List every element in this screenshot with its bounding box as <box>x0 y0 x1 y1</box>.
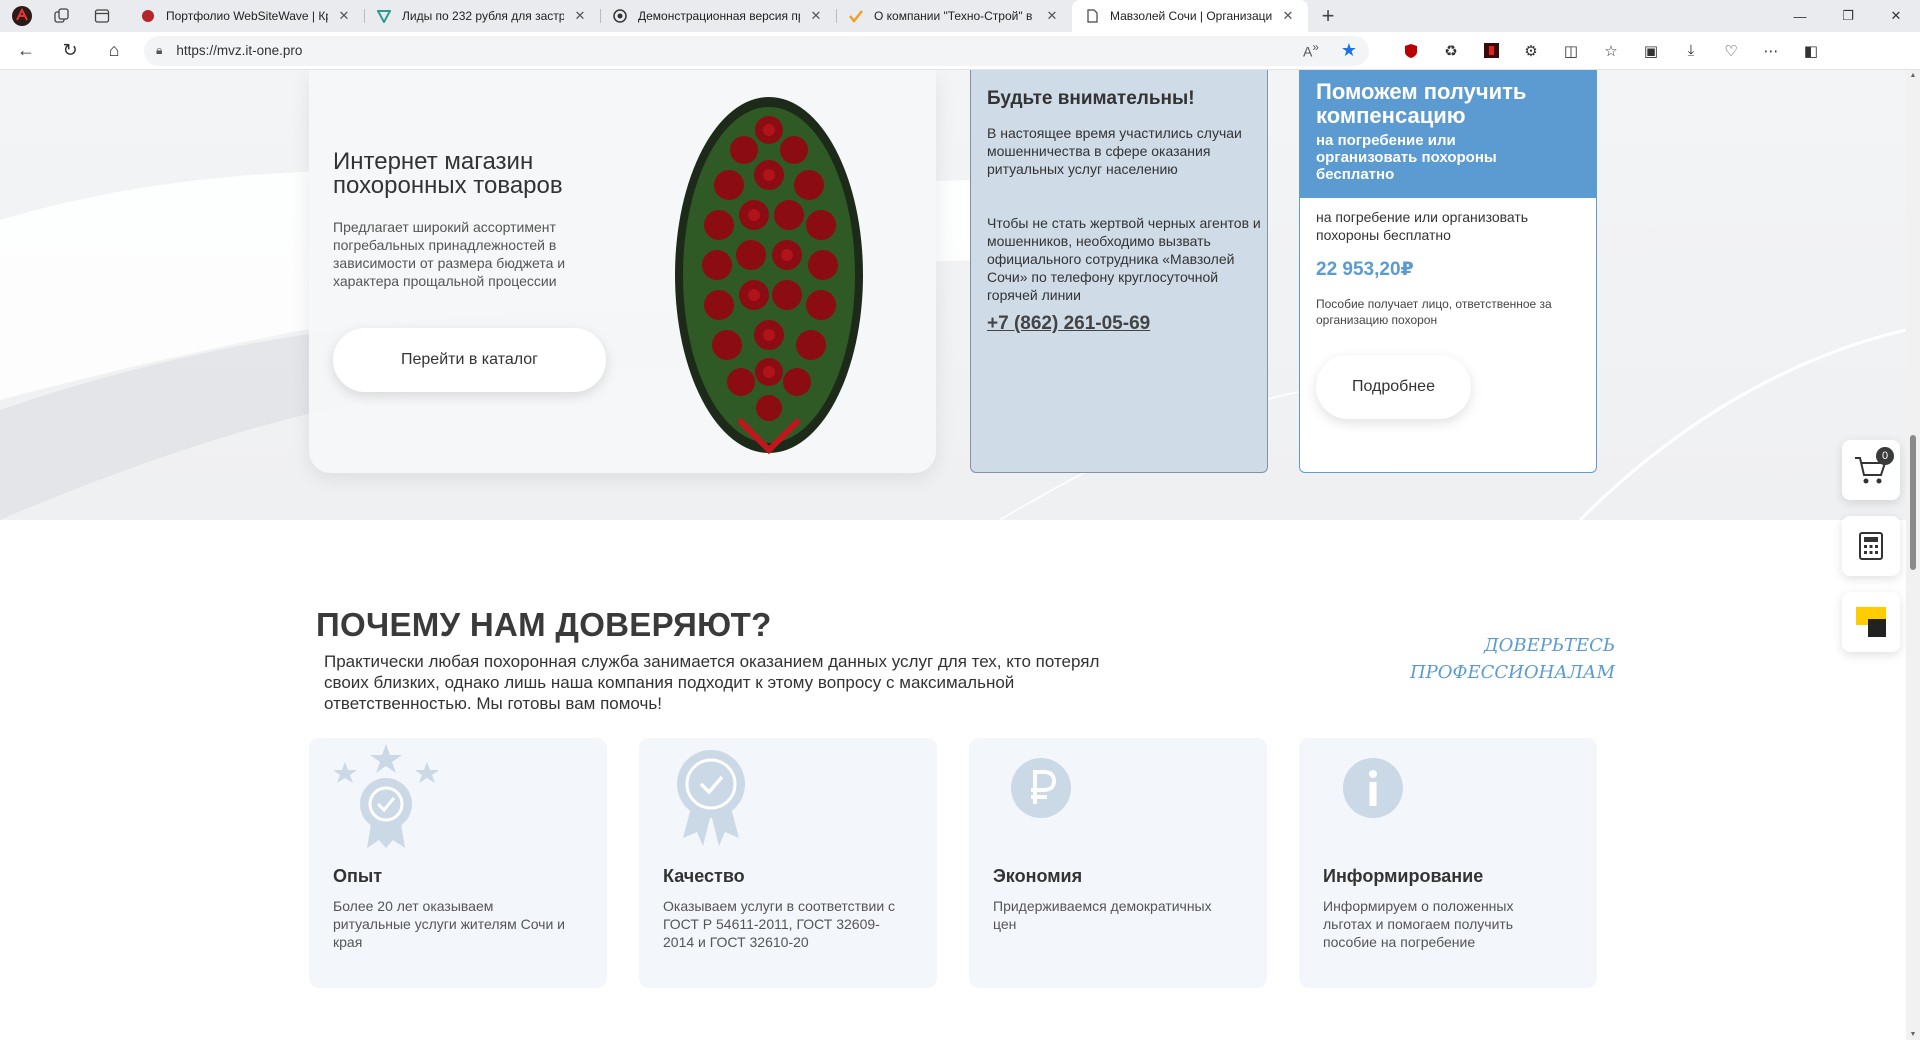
extensions-icon[interactable]: ⚙︎ <box>1511 36 1551 66</box>
scroll-down-icon[interactable]: ▼ <box>1906 1031 1920 1038</box>
cart-count-badge: 0 <box>1876 447 1894 465</box>
browser-tab-active[interactable]: Мавзолей Сочи | Организация ✕ <box>1072 0 1308 32</box>
sidebar-toggle-icon[interactable]: ◧ <box>1791 36 1831 66</box>
tab-close-icon[interactable]: ✕ <box>808 8 824 24</box>
compensation-price: 22 953,20₽ <box>1316 259 1414 280</box>
warning-instruction: Чтобы не стать жертвой черных агентов и … <box>987 215 1261 303</box>
catalog-button[interactable]: Перейти в каталог <box>333 328 606 392</box>
workspaces-icon[interactable] <box>48 2 76 30</box>
cart-button[interactable]: 0 <box>1842 440 1900 500</box>
scroll-up-icon[interactable]: ▲ <box>1906 72 1920 79</box>
warning-card: Будьте внимательны! В настоящее время уч… <box>970 70 1268 473</box>
stars-medal-icon <box>333 744 439 848</box>
feature-title: Экономия <box>993 866 1083 886</box>
why-section-title: ПОЧЕМУ НАМ ДОВЕРЯЮТ? <box>316 606 772 643</box>
why-slogan: ДОВЕРЬТЕСЬ ПРОФЕССИОНАЛАМ <box>1409 635 1615 683</box>
why-section-text: Практически любая похоронная служба зани… <box>324 652 1100 713</box>
tab-title: Портфолио WebSiteWave | Креа <box>166 9 328 23</box>
yandex-notes-icon <box>1856 607 1886 637</box>
collections-icon[interactable]: ▣ <box>1631 36 1671 66</box>
new-tab-icon[interactable]: + <box>1312 0 1344 32</box>
tab-close-icon[interactable]: ✕ <box>1044 8 1060 24</box>
feature-title: Информирование <box>1323 866 1484 886</box>
info-icon <box>1343 758 1403 818</box>
url-text[interactable]: https://mvz.it-one.pro <box>176 43 1281 58</box>
dark-extension-icon[interactable] <box>1471 36 1511 66</box>
background-swoosh <box>0 169 1906 520</box>
tab-bar: Портфолио WebSiteWave | Креа ✕ Лиды по 2… <box>0 0 1920 32</box>
shop-title: Интернет магазин похоронных товаров <box>333 148 563 199</box>
profile-icon[interactable] <box>8 2 36 30</box>
funeral-wreath-image <box>675 97 863 455</box>
downloads-icon[interactable]: ⤓ <box>1671 36 1711 66</box>
calculator-icon <box>1859 532 1883 560</box>
close-window-icon[interactable]: ✕ <box>1872 0 1920 32</box>
compensation-text: на погребение или организовать похороны … <box>1316 209 1529 243</box>
feature-text: Информируем о положенных льготах и помог… <box>1323 898 1514 950</box>
scrollbar-thumb[interactable] <box>1910 435 1916 570</box>
split-screen-icon[interactable]: ◫ <box>1551 36 1591 66</box>
feature-text: Оказываем услуги в соответствии с ГОСТ Р… <box>663 898 896 950</box>
yandex-button[interactable] <box>1842 592 1900 652</box>
demo-favicon-icon <box>612 8 628 24</box>
more-menu-icon[interactable]: ⋯ <box>1751 36 1791 66</box>
ublock-extension-icon[interactable] <box>1391 36 1431 66</box>
vertical-tabs-icon[interactable] <box>88 2 116 30</box>
page-scrollbar[interactable]: ▲ ▼ <box>1906 70 1920 1040</box>
feature-text: Более 20 лет оказываем ритуальные услуги… <box>333 898 566 950</box>
compensation-note: Пособие получает лицо, ответственное за … <box>1316 297 1552 327</box>
browser-toolbar: ← ↻ ⌂ 🔒︎ https://mvz.it-one.pro A» ★ ♻︎ … <box>0 32 1920 70</box>
browser-tab[interactable]: Портфолио WebSiteWave | Креа ✕ <box>128 0 364 32</box>
shop-description: Предлагает широкий ассортимент погребаль… <box>333 219 566 289</box>
compensation-header: Поможем получить компенсацию на погребен… <box>1300 70 1596 198</box>
calculator-button[interactable] <box>1842 516 1900 576</box>
feature-title: Качество <box>663 866 745 886</box>
lock-icon[interactable]: 🔒︎ <box>156 43 162 58</box>
ruble-icon <box>1011 758 1071 818</box>
hotline-phone-link[interactable]: +7 (862) 261-05-69 <box>987 313 1150 335</box>
compensation-title: Поможем получить компенсацию <box>1316 79 1527 128</box>
recycle-extension-icon[interactable]: ♻︎ <box>1431 36 1471 66</box>
shop-card: Интернет магазин похоронных товаров Пред… <box>309 70 936 473</box>
reload-icon[interactable]: ↻ <box>52 36 88 66</box>
tab-title: Лиды по 232 рубля для застрой <box>402 9 564 23</box>
page-viewport: Интернет магазин похоронных товаров Пред… <box>0 70 1906 1040</box>
browser-tab[interactable]: Демонстрационная версия про ✕ <box>600 0 836 32</box>
performance-icon[interactable]: ♡ <box>1711 36 1751 66</box>
browser-tab[interactable]: О компании "Техно-Строй" в М ✕ <box>836 0 1072 32</box>
favorite-star-icon[interactable]: ★ <box>1341 40 1357 61</box>
feature-card-experience: Опыт Более 20 лет оказываем ритуальные у… <box>309 738 607 988</box>
tab-title: Демонстрационная версия про <box>638 9 800 23</box>
quality-badge-icon <box>677 750 745 846</box>
tab-close-icon[interactable]: ✕ <box>572 8 588 24</box>
tab-title: О компании "Техно-Строй" в М <box>874 9 1036 23</box>
feature-title: Опыт <box>333 866 383 886</box>
compensation-subtitle: на погребение или организовать похороны … <box>1316 132 1497 183</box>
back-icon[interactable]: ← <box>8 36 44 66</box>
browser-tab[interactable]: Лиды по 232 рубля для застрой ✕ <box>364 0 600 32</box>
page-favicon-icon <box>1084 8 1100 24</box>
leads-favicon-icon <box>376 8 392 24</box>
minimize-icon[interactable]: — <box>1776 0 1824 32</box>
favorites-icon[interactable]: ☆ <box>1591 36 1631 66</box>
more-details-button[interactable]: Подробнее <box>1316 355 1471 419</box>
warning-text: В настоящее время участились случаи моше… <box>987 125 1242 177</box>
hero-section: Интернет магазин похоронных товаров Пред… <box>0 70 1906 520</box>
feature-text: Придерживаемся демократичных цен <box>993 898 1212 932</box>
compensation-card: Поможем получить компенсацию на погребен… <box>1299 70 1597 473</box>
read-aloud-icon[interactable]: A» <box>1303 41 1319 60</box>
check-favicon-icon <box>848 8 864 24</box>
home-icon[interactable]: ⌂ <box>96 36 132 66</box>
warning-title: Будьте внимательны! <box>987 88 1195 109</box>
feature-card-quality: Качество Оказываем услуги в соответствии… <box>639 738 937 988</box>
feature-card-information: Информирование Информируем о положенных … <box>1299 738 1597 988</box>
restore-icon[interactable]: ❐ <box>1824 0 1872 32</box>
portfolio-favicon-icon <box>140 8 156 24</box>
feature-card-economy: Экономия Придерживаемся демократичных це… <box>969 738 1267 988</box>
tab-close-icon[interactable]: ✕ <box>336 8 352 24</box>
tab-close-icon[interactable]: ✕ <box>1280 8 1296 24</box>
address-bar[interactable]: 🔒︎ https://mvz.it-one.pro A» ★ <box>144 35 1369 66</box>
tab-title: Мавзолей Сочи | Организация <box>1110 9 1272 23</box>
